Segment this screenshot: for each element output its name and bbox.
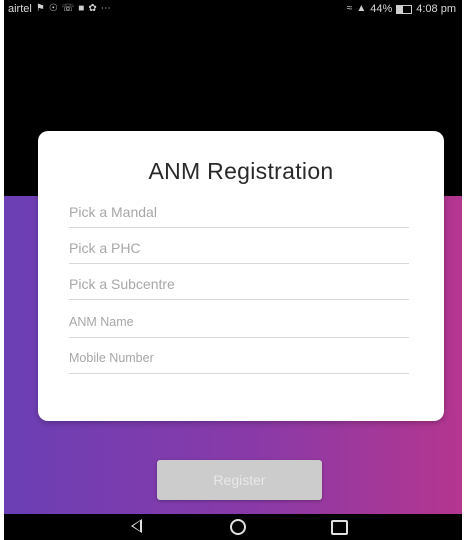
message-icon: ■ [78,3,85,14]
registration-card: ANM Registration Pick a Mandal Pick a PH… [38,131,444,421]
register-button[interactable]: Register [157,460,322,500]
battery-icon [396,4,413,14]
battery-percent: 44% [370,3,393,15]
location-icon: ☉ [48,3,58,14]
back-icon[interactable] [131,519,142,533]
mobile-number-input[interactable]: Mobile Number [69,345,409,374]
status-left: airtel ⚑ ☉ ☏ ■ ✿ ⋯ [8,0,111,18]
form-title: ANM Registration [148,158,334,184]
clock: 4:08 pm [416,3,456,15]
notification-flag-icon: ⚑ [35,3,45,14]
home-icon[interactable] [230,519,246,535]
navigation-bar [4,514,462,540]
wifi-icon: ≈ [346,3,353,14]
whatsapp-icon: ☏ [61,3,75,14]
signal-icon: ▲ [356,3,367,14]
mandal-dropdown[interactable]: Pick a Mandal [69,199,409,228]
app-screen: airtel ⚑ ☉ ☏ ■ ✿ ⋯ ≈ ▲ 44% 4:08 pm ANM R… [4,0,462,540]
more-icon: ⋯ [100,3,111,14]
phc-dropdown[interactable]: Pick a PHC [69,235,409,264]
app-icon: ✿ [88,3,97,14]
recents-icon[interactable] [331,520,348,535]
status-right: ≈ ▲ 44% 4:08 pm [347,0,456,18]
carrier-name: airtel [8,3,32,15]
anm-name-input[interactable]: ANM Name [69,309,409,338]
status-bar: airtel ⚑ ☉ ☏ ■ ✿ ⋯ ≈ ▲ 44% 4:08 pm [4,0,462,18]
subcentre-dropdown[interactable]: Pick a Subcentre [69,271,409,300]
